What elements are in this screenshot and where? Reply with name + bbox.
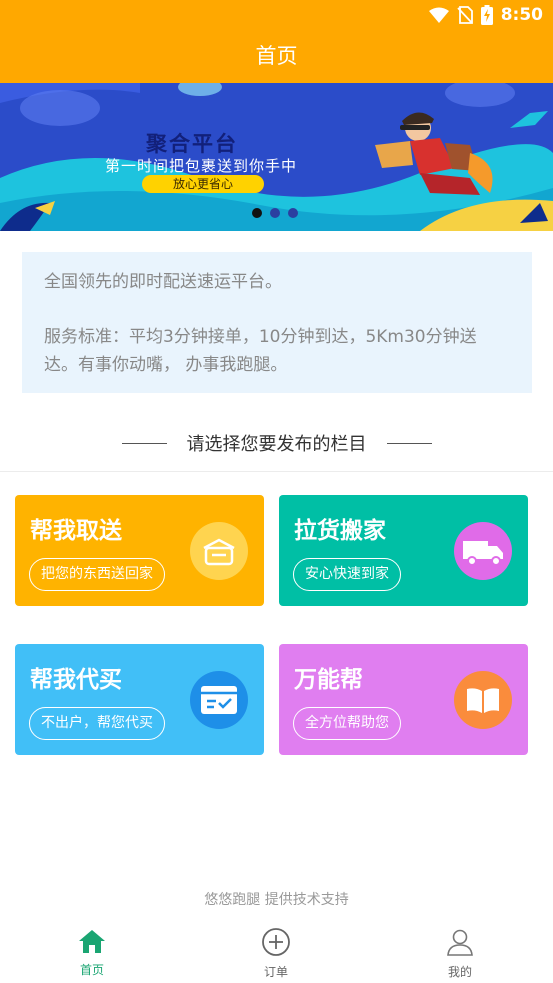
promo-banner[interactable]: 聚合平台 第一时间把包裹送到你手中 放心更省心 bbox=[0, 83, 553, 231]
intro-box: 全国领先的即时配送速运平台。 服务标准：平均3分钟接单，10分钟到达，5Km30… bbox=[22, 252, 532, 393]
wifi-icon bbox=[428, 7, 449, 23]
heading-rule-right bbox=[386, 442, 432, 444]
carousel-dot-3[interactable] bbox=[288, 208, 298, 218]
tab-home[interactable]: 首页 bbox=[0, 920, 184, 983]
intro-line-2: 服务标准：平均3分钟接单，10分钟到达，5Km30分钟送达。有事你动嘴， 办事我… bbox=[44, 327, 477, 375]
card-title: 万能帮 bbox=[294, 667, 363, 693]
powered-by-text: 悠悠跑腿 提供技术支持 bbox=[204, 892, 349, 908]
status-bar: 8:50 bbox=[428, 4, 543, 26]
card-button[interactable]: 全方位帮助您 bbox=[293, 707, 401, 740]
carousel-dot-1[interactable] bbox=[252, 208, 262, 218]
tab-label: 订单 bbox=[263, 965, 288, 979]
service-card-all-purpose[interactable]: 万能帮 全方位帮助您 bbox=[279, 644, 528, 755]
section-heading-text: 请选择您要发布的栏目 bbox=[186, 434, 367, 455]
carousel-indicator bbox=[252, 208, 298, 218]
no-sim-icon bbox=[457, 6, 473, 24]
service-card-pickup-delivery[interactable]: 帮我取送 把您的东西送回家 bbox=[15, 495, 264, 606]
tab-label: 首页 bbox=[79, 963, 104, 977]
parcel-box-icon bbox=[190, 522, 248, 580]
clock: 8:50 bbox=[500, 5, 543, 25]
user-icon bbox=[446, 928, 474, 960]
app-screen: 8:50 首页 聚合平台 第一时间把包裹送到你手中 放心更省心 全国领先的即时配… bbox=[0, 0, 553, 983]
tab-profile[interactable]: 我的 bbox=[368, 920, 552, 983]
battery-charging-icon bbox=[480, 5, 493, 25]
tab-label: 我的 bbox=[447, 965, 472, 979]
card-button[interactable]: 把您的东西送回家 bbox=[29, 558, 165, 591]
banner-subtitle: 第一时间把包裹送到你手中 bbox=[104, 157, 297, 175]
card-title: 帮我代买 bbox=[30, 667, 122, 693]
section-heading: 请选择您要发布的栏目 bbox=[0, 430, 553, 456]
page-title: 首页 bbox=[255, 44, 298, 68]
banner-cta-button[interactable]: 放心更省心 bbox=[142, 175, 264, 193]
bottom-tab-bar: 首页 订单 我的 bbox=[0, 920, 553, 983]
divider bbox=[0, 471, 553, 472]
service-card-buy-for-me[interactable]: 帮我代买 不出户，帮您代买 bbox=[15, 644, 264, 755]
banner-title: 聚合平台 bbox=[146, 132, 238, 156]
open-book-icon bbox=[454, 671, 512, 729]
intro-line-1: 全国领先的即时配送速运平台。 bbox=[44, 272, 282, 292]
heading-rule-left bbox=[121, 442, 167, 444]
card-title: 帮我取送 bbox=[30, 518, 122, 544]
home-icon bbox=[78, 928, 106, 958]
truck-icon bbox=[454, 522, 512, 580]
shopping-check-icon bbox=[190, 671, 248, 729]
service-card-moving[interactable]: 拉货搬家 安心快速到家 bbox=[279, 495, 528, 606]
card-title: 拉货搬家 bbox=[294, 518, 386, 544]
card-button[interactable]: 安心快速到家 bbox=[293, 558, 401, 591]
add-circle-icon bbox=[261, 928, 291, 960]
carousel-dot-2[interactable] bbox=[270, 208, 280, 218]
tab-orders[interactable]: 订单 bbox=[184, 920, 368, 983]
card-button[interactable]: 不出户，帮您代买 bbox=[29, 707, 165, 740]
top-bar: 8:50 首页 bbox=[0, 0, 553, 83]
